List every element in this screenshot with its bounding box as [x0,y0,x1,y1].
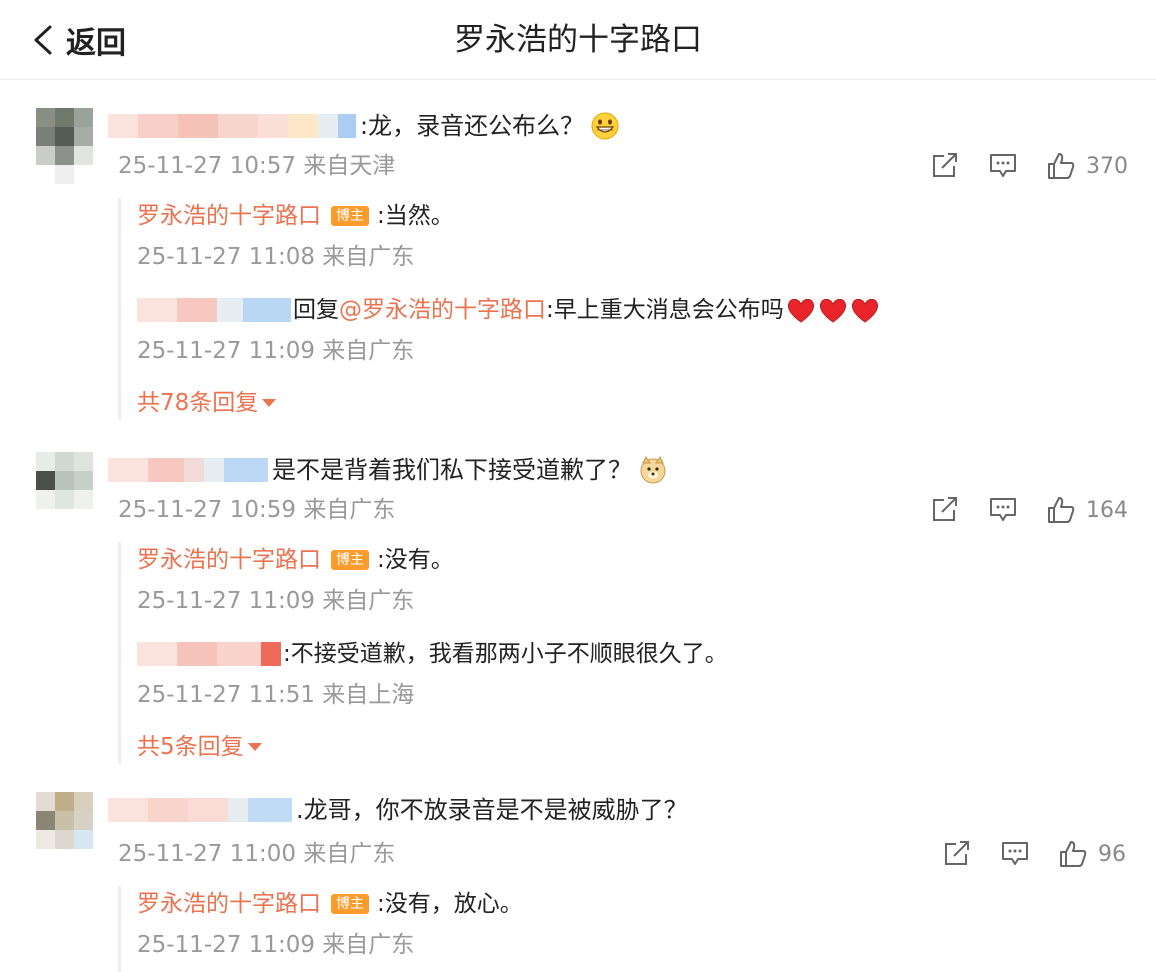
more-replies-button[interactable]: 共5条回复 [137,730,262,764]
heart-icon [787,298,814,323]
doge-icon [640,456,666,484]
comment-item: .龙哥，你不放录音是不是被威胁了？ 25-11-27 11:00 来自广东 96… [0,788,1156,972]
thumbs-up-icon [1060,841,1087,867]
like-count: 370 [1086,153,1128,179]
share-button[interactable] [942,840,972,868]
share-icon [945,841,969,865]
reply-text: :早上重大消息会公布吗 [546,297,784,323]
reply-box: 罗永浩的十字路口 博主 :当然。 25-11-27 11:08 来自广东 回复 … [118,198,1118,420]
reply-text: :当然。 [377,203,454,229]
comment-actions: 164 [930,493,1128,527]
like-button[interactable]: 370 [1046,152,1128,180]
share-icon [933,497,957,521]
comment-actions: 370 [930,149,1128,183]
reply-item: :不接受道歉，我看那两小子不顺眼很久了。 [137,636,728,672]
reply-item: 回复 @罗永浩的十字路口 :早上重大消息会公布吗 [137,292,880,328]
reply-item: 罗永浩的十字路口 博主 :当然。 [137,198,454,234]
share-button[interactable] [930,496,960,524]
avatar[interactable] [36,452,106,542]
thumbs-up-icon [1048,153,1075,179]
reply-meta: 25-11-27 11:08 来自广东 [137,244,415,270]
avatar[interactable] [36,792,106,882]
thumbs-up-icon [1048,497,1075,523]
blogger-badge: 博主 [331,550,369,570]
mention-link[interactable]: @罗永浩的十字路口 [339,292,546,328]
reply-meta: 25-11-27 11:09 来自广东 [137,588,415,614]
reply-meta: 25-11-27 11:51 来自上海 [137,682,415,708]
reply-box: 罗永浩的十字路口 博主 :没有，放心。 25-11-27 11:09 来自广东 [118,886,1118,972]
blogger-name[interactable]: 罗永浩的十字路口 [137,542,321,578]
comment-actions: 96 [942,837,1126,871]
like-count: 164 [1086,497,1128,523]
reply-meta: 25-11-27 11:09 来自广东 [137,932,415,958]
heart-icon [819,298,846,323]
comment-text: .龙哥，你不放录音是不是被威胁了？ [296,796,688,824]
comment-button[interactable] [1000,840,1030,868]
share-icon [933,153,957,177]
reply-text: :没有，放心。 [377,891,523,917]
reply-box: 罗永浩的十字路口 博主 :没有。 25-11-27 11:09 来自广东 :不接… [118,542,1118,764]
caret-down-icon [247,743,262,751]
like-count: 96 [1098,841,1126,867]
comment-meta: 25-11-27 11:00 来自广东 [118,841,396,867]
blurred-username[interactable] [108,452,270,488]
top-bar: 返回 罗永浩的十字路口 [0,0,1156,80]
heart-icon [851,298,878,323]
like-button[interactable]: 96 [1058,840,1126,868]
comment-meta: 25-11-27 10:59 来自广东 [118,497,396,523]
caret-down-icon [262,399,277,407]
reply-item: 罗永浩的十字路口 博主 :没有，放心。 [137,886,523,922]
reply-item: 罗永浩的十字路口 博主 :没有。 [137,542,454,578]
comment-icon [1002,842,1028,865]
blurred-username[interactable] [137,636,283,672]
grinning-face-icon [591,112,619,140]
blurred-username[interactable] [108,792,294,828]
blogger-badge: 博主 [331,206,369,226]
reply-text: :不接受道歉，我看那两小子不顺眼很久了。 [283,641,728,667]
comment-text: 是不是背着我们私下接受道歉了？ [272,452,668,488]
share-button[interactable] [930,152,960,180]
comment-meta: 25-11-27 10:57 来自天津 [118,153,396,179]
comment-item: 是不是背着我们私下接受道歉了？ 25-11-27 10:59 来自广东 164 … [0,444,1156,774]
avatar[interactable] [36,108,106,198]
reply-meta: 25-11-27 11:09 来自广东 [137,338,415,364]
blurred-username[interactable] [137,292,293,328]
like-button[interactable]: 164 [1046,496,1128,524]
more-replies-button[interactable]: 共78条回复 [137,386,277,420]
reply-prefix: 回复 [293,297,339,323]
blurred-username[interactable] [108,108,358,144]
comment-button[interactable] [988,152,1018,180]
blogger-badge: 博主 [331,894,369,914]
comment-button[interactable] [988,496,1018,524]
reply-text: :没有。 [377,547,454,573]
blogger-name[interactable]: 罗永浩的十字路口 [137,198,321,234]
blogger-name[interactable]: 罗永浩的十字路口 [137,886,321,922]
comment-icon [990,154,1016,177]
comment-item: :龙，录音还公布么？ 25-11-27 10:57 来自天津 370 罗永浩的十… [0,100,1156,430]
comment-icon [990,498,1016,521]
page-title: 罗永浩的十字路口 [454,22,702,58]
comment-text: :龙，录音还公布么？ [360,108,620,144]
